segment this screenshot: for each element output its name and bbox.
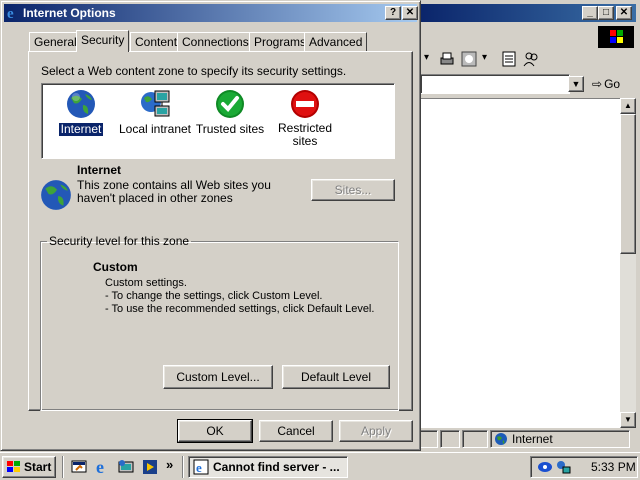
- maximize-button[interactable]: □: [598, 6, 614, 20]
- help-button[interactable]: ?: [385, 6, 401, 20]
- cancel-button[interactable]: Cancel: [259, 420, 333, 442]
- address-input[interactable]: [420, 74, 570, 94]
- system-tray: 5:33 PM: [530, 456, 638, 478]
- scroll-up-button[interactable]: ▲: [620, 98, 636, 114]
- checkmark-icon: [216, 90, 244, 118]
- dropdown-arrow-icon[interactable]: ▾: [482, 52, 487, 63]
- windows-flag-icon: [7, 461, 20, 472]
- go-label: Go: [604, 77, 621, 91]
- tab-programs[interactable]: Programs: [249, 32, 312, 51]
- globe-icon: [495, 433, 507, 445]
- level-line: - To use the recommended settings, click…: [105, 303, 375, 315]
- print-icon[interactable]: [438, 50, 456, 68]
- windows-logo-icon: [598, 26, 634, 48]
- apply-button[interactable]: Apply: [339, 420, 413, 442]
- media-player-icon[interactable]: [141, 458, 159, 476]
- taskbar-divider: [62, 456, 64, 478]
- ie-logo-icon: e: [6, 5, 22, 22]
- dropdown-arrow-icon[interactable]: ▾: [424, 52, 429, 63]
- messenger-icon[interactable]: [537, 459, 553, 475]
- ok-button[interactable]: OK: [177, 419, 253, 443]
- zone-trusted-sites[interactable]: Trusted sites: [188, 88, 272, 136]
- chevron-icon[interactable]: »: [166, 457, 173, 472]
- zone-label: Local intranet: [118, 122, 192, 136]
- taskbar: Start e » e Cannot find server - ... 5:3…: [0, 452, 640, 480]
- explorer-icon[interactable]: [117, 458, 135, 476]
- edit-icon[interactable]: [460, 50, 478, 68]
- svg-text:e: e: [96, 458, 104, 476]
- dialog-title: Internet Options: [23, 6, 116, 20]
- zone-label: Restricted sites: [277, 121, 333, 148]
- internet-explorer-icon[interactable]: e: [94, 457, 112, 477]
- status-zone-label: Internet: [512, 432, 553, 446]
- tab-connections[interactable]: Connections: [177, 32, 254, 51]
- sites-button[interactable]: Sites...: [311, 179, 395, 201]
- tab-advanced[interactable]: Advanced: [304, 32, 368, 51]
- taskbar-task-button[interactable]: e Cannot find server - ...: [188, 456, 348, 478]
- vertical-scrollbar[interactable]: ▲ ▼: [620, 98, 636, 428]
- dialog-titlebar: e Internet Options ? ✕: [4, 4, 418, 22]
- status-zone: Internet: [490, 430, 630, 448]
- tab-general[interactable]: General: [29, 32, 82, 51]
- globe-icon: [67, 90, 95, 118]
- zone-label: Trusted sites: [195, 122, 265, 136]
- zone-description: This zone contains all Web sites you hav…: [77, 179, 271, 205]
- address-dropdown-button[interactable]: ▼: [568, 76, 584, 92]
- status-pane: [440, 430, 460, 448]
- discuss-icon[interactable]: [500, 50, 518, 68]
- status-pane: [418, 430, 438, 448]
- zone-internet[interactable]: Internet: [39, 88, 123, 137]
- level-name: Custom: [93, 260, 138, 274]
- start-label: Start: [24, 460, 52, 474]
- task-label: Cannot find server - ...: [213, 460, 340, 474]
- custom-level-button[interactable]: Custom Level...: [163, 365, 273, 389]
- messenger-icon[interactable]: [522, 50, 540, 68]
- zone-local-intranet[interactable]: Local intranet: [113, 88, 197, 136]
- show-desktop-icon[interactable]: [70, 458, 88, 476]
- zone-label: Internet: [57, 122, 105, 137]
- scroll-thumb[interactable]: [620, 114, 636, 254]
- zone-restricted-sites[interactable]: Restricted sites: [263, 88, 347, 148]
- start-button[interactable]: Start: [2, 456, 56, 478]
- dialog-close-button[interactable]: ✕: [402, 6, 418, 20]
- tab-security[interactable]: Security: [76, 30, 130, 52]
- globe-icon: [39, 178, 73, 212]
- svg-text:e: e: [7, 6, 14, 21]
- internet-options-dialog: e Internet Options ? ✕ General Security …: [0, 0, 421, 451]
- close-button[interactable]: ✕: [616, 6, 632, 20]
- scroll-down-button[interactable]: ▼: [620, 412, 636, 428]
- level-description: Custom settings. - To change the setting…: [105, 277, 374, 316]
- network-computer-icon: [141, 90, 170, 117]
- taskbar-divider: [182, 456, 184, 478]
- clock[interactable]: 5:33 PM: [591, 460, 636, 474]
- ie-page-icon: e: [193, 459, 209, 475]
- zone-list: Internet Local intranet Trusted sites Re…: [41, 83, 395, 159]
- go-arrow-icon: ⇨: [592, 77, 603, 91]
- zone-instruction: Select a Web content zone to specify its…: [41, 64, 347, 78]
- minimize-button[interactable]: _: [582, 6, 598, 20]
- tab-content[interactable]: Content: [130, 32, 183, 51]
- go-button[interactable]: ⇨ Go: [592, 75, 620, 93]
- zone-heading: Internet: [77, 163, 122, 177]
- restricted-icon: [291, 90, 319, 118]
- security-level-legend: Security level for this zone: [49, 234, 190, 248]
- browser-content: [420, 98, 620, 428]
- svg-text:e: e: [196, 460, 202, 475]
- network-icon[interactable]: [555, 459, 571, 475]
- level-line: - To change the settings, click Custom L…: [105, 290, 323, 302]
- default-level-button[interactable]: Default Level: [282, 365, 390, 389]
- level-line: Custom settings.: [105, 277, 187, 289]
- zone-description-line: haven't placed in other zones: [77, 191, 233, 205]
- browser-titlebar: _ □ ✕: [418, 4, 636, 22]
- status-pane: [462, 430, 488, 448]
